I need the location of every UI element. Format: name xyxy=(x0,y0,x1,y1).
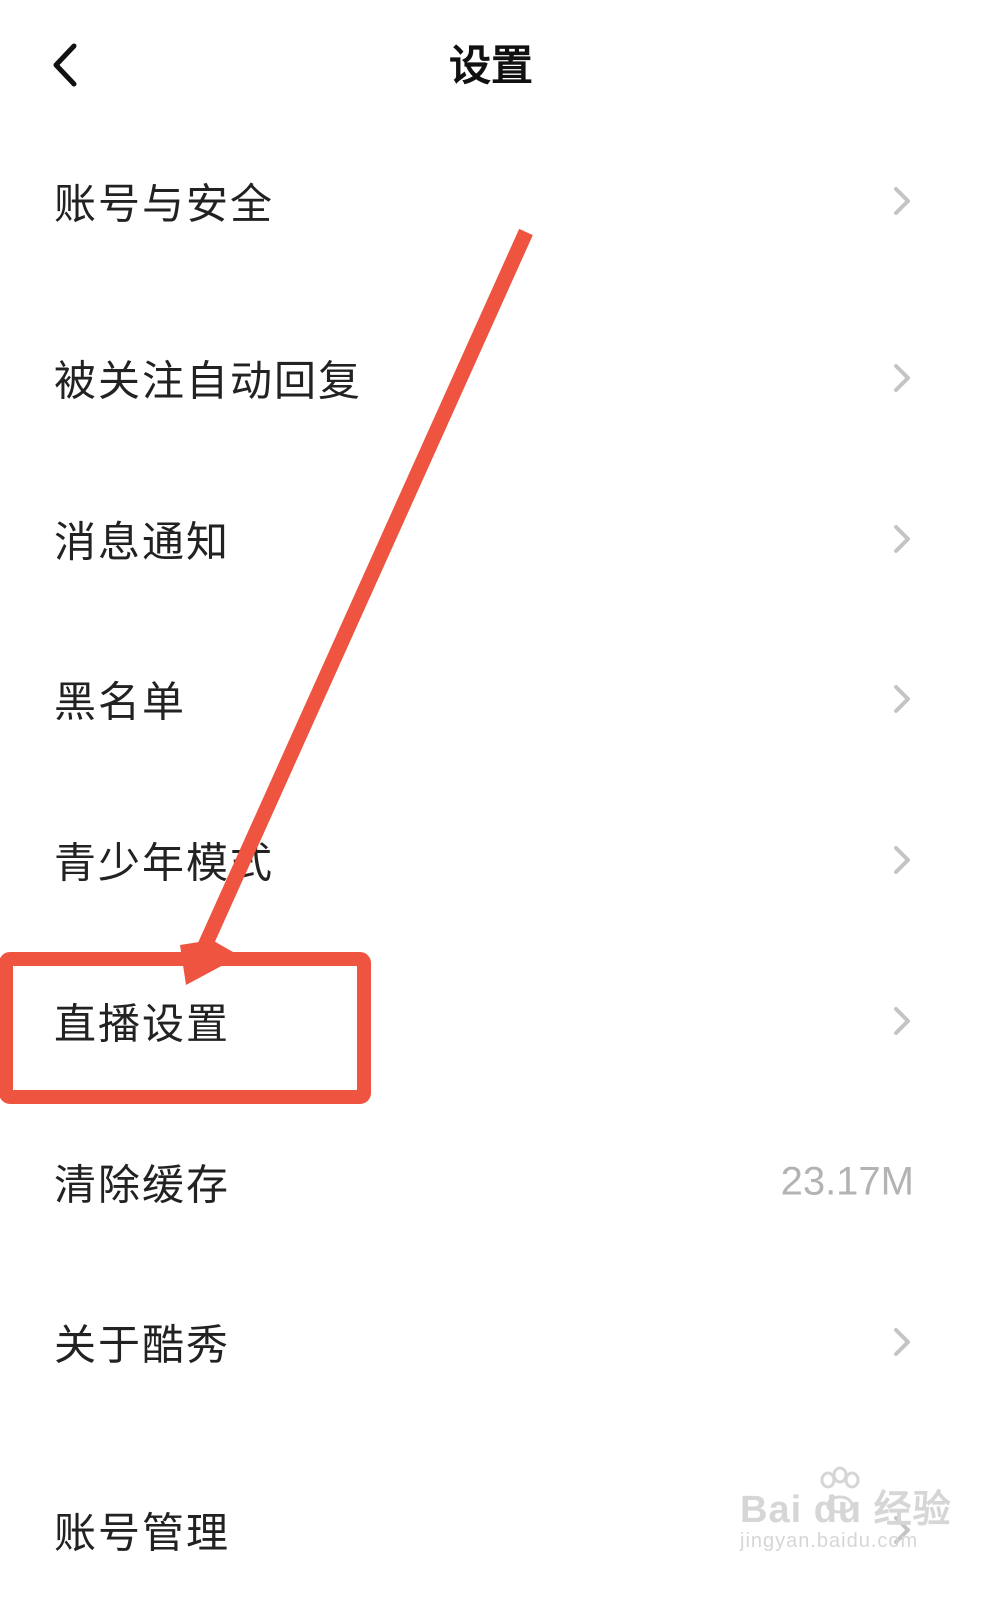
chevron-right-icon xyxy=(890,181,914,221)
settings-item-label: 直播设置 xyxy=(54,999,231,1049)
settings-item-account-management[interactable]: 账号管理 xyxy=(0,1455,982,1600)
settings-item-label: 黑名单 xyxy=(54,677,187,727)
settings-item-auto-reply[interactable]: 被关注自动回复 xyxy=(0,303,982,453)
settings-item-label: 被关注自动回复 xyxy=(54,356,363,406)
settings-item-about[interactable]: 关于酷秀 xyxy=(0,1267,982,1417)
chevron-right-icon xyxy=(890,1322,914,1362)
settings-item-label: 账号与安全 xyxy=(54,179,275,229)
settings-item-clear-cache[interactable]: 清除缓存 23.17M xyxy=(0,1107,982,1257)
chevron-right-icon xyxy=(890,1001,914,1041)
page-title: 设置 xyxy=(448,41,533,90)
settings-item-label: 关于酷秀 xyxy=(54,1320,231,1370)
settings-item-notifications[interactable]: 消息通知 xyxy=(0,464,982,614)
settings-item-label: 消息通知 xyxy=(54,517,231,567)
settings-item-label: 青少年模式 xyxy=(54,838,275,888)
settings-item-label: 账号管理 xyxy=(54,1508,231,1558)
chevron-right-icon xyxy=(890,519,914,559)
settings-item-youth-mode[interactable]: 青少年模式 xyxy=(0,785,982,935)
chevron-right-icon xyxy=(890,679,914,719)
settings-item-label: 清除缓存 xyxy=(54,1160,231,1210)
top-bar: 设置 xyxy=(0,0,982,130)
chevron-right-icon xyxy=(890,1510,914,1550)
chevron-right-icon xyxy=(890,840,914,880)
chevron-right-icon xyxy=(890,358,914,398)
cache-size-value: 23.17M xyxy=(780,1159,914,1204)
settings-item-account-security[interactable]: 账号与安全 xyxy=(0,126,982,276)
settings-item-live-settings[interactable]: 直播设置 xyxy=(0,946,982,1096)
settings-item-blacklist[interactable]: 黑名单 xyxy=(0,624,982,774)
